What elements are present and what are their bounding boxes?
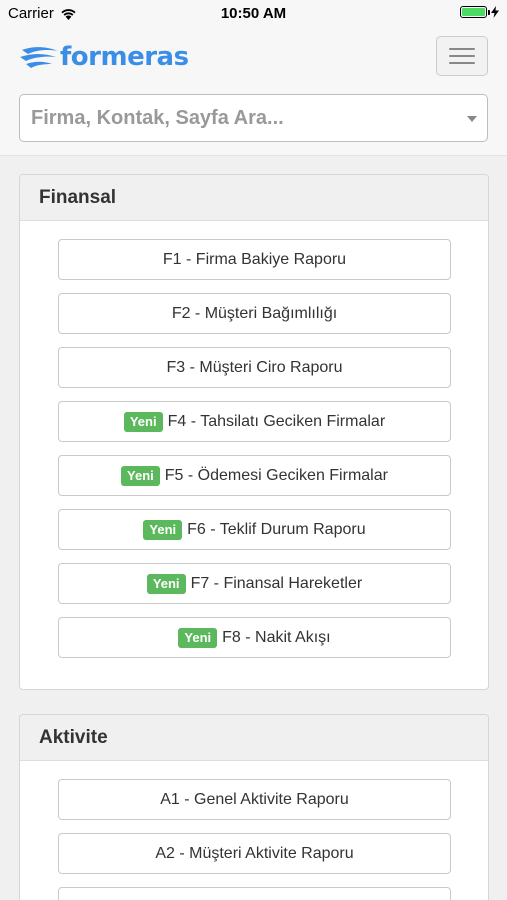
hamburger-menu-button[interactable] (436, 36, 488, 76)
report-label: A2 - Müşteri Aktivite Raporu (155, 844, 354, 862)
search-placeholder: Firma, Kontak, Sayfa Ara... (31, 107, 284, 129)
report-button-a1[interactable]: A1 - Genel Aktivite Raporu (58, 779, 451, 820)
report-label: F8 - Nakit Akışı (222, 628, 331, 646)
status-time: 10:50 AM (220, 5, 287, 22)
report-button-f8[interactable]: Yeni F8 - Nakit Akışı (58, 617, 451, 658)
hamburger-icon-line (449, 62, 475, 64)
hamburger-icon-line (449, 55, 475, 57)
report-button-f3[interactable]: F3 - Müşteri Ciro Raporu (58, 347, 451, 388)
caret-down-icon (467, 116, 477, 122)
report-button-f2[interactable]: F2 - Müşteri Bağımlılığı (58, 293, 451, 334)
panel-aktivite: Aktivite A1 - Genel Aktivite Raporu A2 -… (19, 714, 489, 900)
report-button-f6[interactable]: Yeni F6 - Teklif Durum Raporu (58, 509, 451, 550)
report-label: F3 - Müşteri Ciro Raporu (166, 358, 343, 376)
new-badge: Yeni (143, 519, 183, 540)
report-label: F4 - Tahsilatı Geciken Firmalar (167, 412, 386, 430)
logo-text: formeras (60, 42, 189, 72)
report-button-a2[interactable]: A2 - Müşteri Aktivite Raporu (58, 833, 451, 874)
report-label: F5 - Ödemesi Geciken Firmalar (164, 466, 388, 484)
panel-title: Aktivite (20, 715, 488, 761)
report-button-f5[interactable]: Yeni F5 - Ödemesi Geciken Firmalar (58, 455, 451, 496)
report-label: F6 - Teklif Durum Raporu (187, 520, 366, 538)
logo-swoosh-icon (20, 47, 58, 68)
report-button-f4[interactable]: Yeni F4 - Tahsilatı Geciken Firmalar (58, 401, 451, 442)
report-label: F1 - Firma Bakiye Raporu (162, 250, 347, 268)
report-list: F1 - Firma Bakiye Raporu F2 - Müşteri Ba… (20, 221, 488, 658)
charging-bolt-icon (491, 6, 499, 18)
report-label: F2 - Müşteri Bağımlılığı (171, 304, 338, 322)
panel-title: Finansal (20, 175, 488, 221)
search-select[interactable]: Firma, Kontak, Sayfa Ara... (19, 94, 488, 142)
report-button-f7[interactable]: Yeni F7 - Finansal Hareketler (58, 563, 451, 604)
hamburger-icon-line (449, 48, 475, 50)
new-badge: Yeni (178, 627, 218, 648)
report-list: A1 - Genel Aktivite Raporu A2 - Müşteri … (20, 761, 488, 900)
report-button-f1[interactable]: F1 - Firma Bakiye Raporu (58, 239, 451, 280)
panel-finansal: Finansal F1 - Firma Bakiye Raporu F2 - M… (19, 174, 489, 690)
report-button-a3[interactable] (58, 887, 451, 900)
new-badge: Yeni (121, 465, 160, 486)
status-bar: Carrier 10:50 AM (0, 0, 507, 28)
new-badge: Yeni (123, 411, 163, 432)
formeras-logo[interactable]: formeras (20, 42, 189, 72)
battery-icon (460, 6, 490, 18)
new-badge: Yeni (146, 573, 186, 594)
report-label: F7 - Finansal Hareketler (190, 574, 363, 592)
app-header: formeras Firma, Kontak, Sayfa Ara... (0, 28, 507, 156)
report-label: A1 - Genel Aktivite Raporu (160, 790, 349, 808)
